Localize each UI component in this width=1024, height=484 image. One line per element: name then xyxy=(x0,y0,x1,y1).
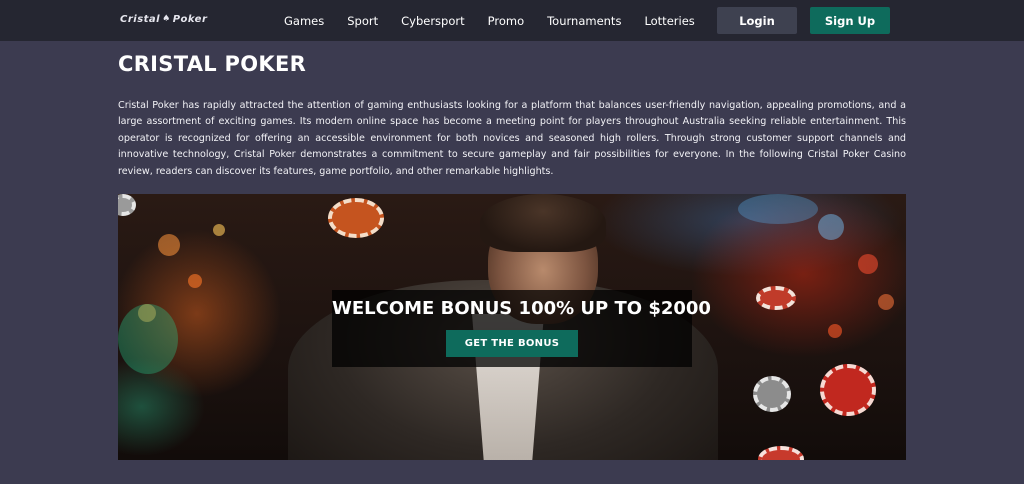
nav-item-games[interactable]: Games xyxy=(284,14,324,28)
nav-item-cybersport[interactable]: Cybersport xyxy=(401,14,465,28)
logo-text-right: Poker xyxy=(172,13,208,25)
page-title: CRISTAL POKER xyxy=(118,52,307,76)
bokeh-light xyxy=(828,324,842,338)
man-hair xyxy=(480,194,606,252)
promo-headline: WELCOME BONUS 100% UP TO $2000 xyxy=(332,298,711,319)
get-bonus-button[interactable]: GET THE BONUS xyxy=(446,330,578,357)
poker-chip xyxy=(758,446,804,460)
intro-paragraph: Cristal Poker has rapidly attracted the … xyxy=(118,100,906,177)
nav-item-tournaments[interactable]: Tournaments xyxy=(547,14,621,28)
site-logo[interactable]: Cristal ♠ Poker xyxy=(120,12,207,26)
promo-overlay: WELCOME BONUS 100% UP TO $2000 GET THE B… xyxy=(332,290,711,367)
top-navigation-bar: Cristal ♠ Poker Games Sport Cybersport P… xyxy=(0,0,1024,41)
nav-item-sport[interactable]: Sport xyxy=(347,14,378,28)
poker-chip xyxy=(820,364,876,416)
bokeh-light xyxy=(118,304,178,374)
nav-item-lotteries[interactable]: Lotteries xyxy=(644,14,694,28)
bokeh-light xyxy=(188,274,202,288)
welcome-bonus-banner: WELCOME BONUS 100% UP TO $2000 GET THE B… xyxy=(118,194,906,460)
bokeh-light xyxy=(738,194,818,224)
poker-chip xyxy=(756,286,796,310)
poker-chip xyxy=(753,376,791,412)
logo-text-left: Cristal xyxy=(120,13,161,25)
bokeh-light xyxy=(818,214,844,240)
nav-item-promo[interactable]: Promo xyxy=(488,14,524,28)
main-menu: Games Sport Cybersport Promo Tournaments… xyxy=(284,0,718,41)
signup-button[interactable]: Sign Up xyxy=(810,7,890,34)
login-button[interactable]: Login xyxy=(717,7,797,34)
spade-icon: ♠ xyxy=(162,14,171,24)
bokeh-light xyxy=(158,234,180,256)
bokeh-light xyxy=(878,294,894,310)
poker-chip xyxy=(118,194,136,216)
poker-chip xyxy=(328,198,384,238)
bokeh-light xyxy=(858,254,878,274)
bokeh-light xyxy=(213,224,225,236)
